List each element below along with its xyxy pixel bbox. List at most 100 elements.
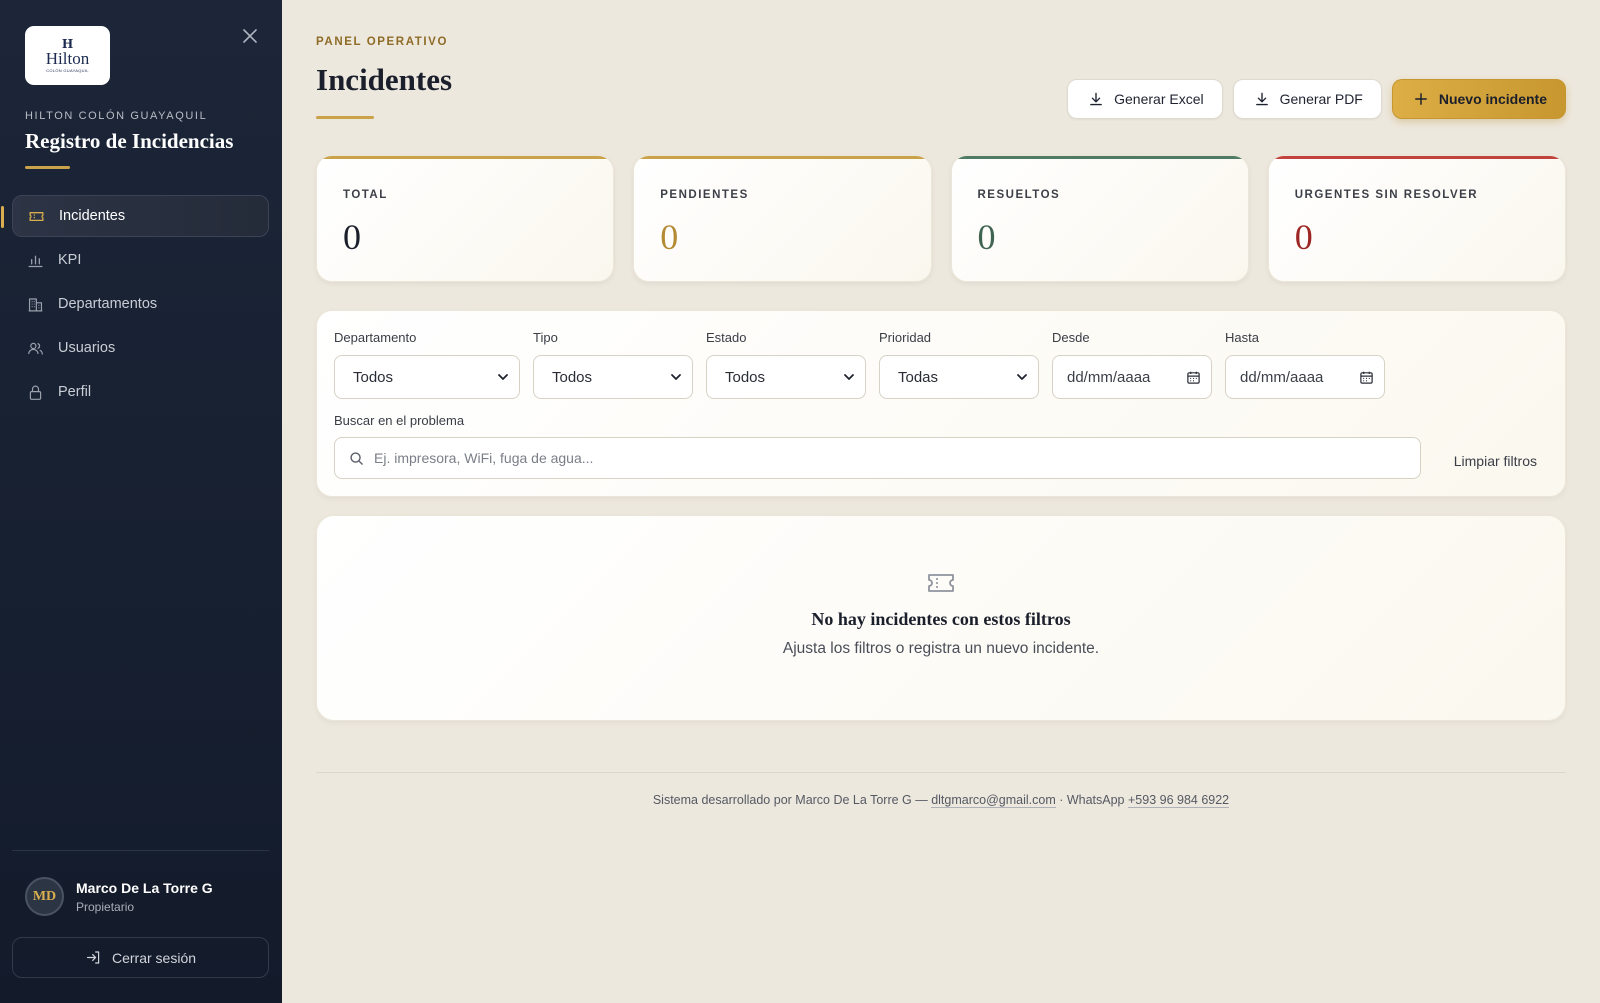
date-placeholder: dd/mm/aaaa bbox=[1067, 368, 1151, 386]
sidebar-item-label: Usuarios bbox=[58, 340, 116, 356]
main-content: PANEL OPERATIVO Incidentes Generar Excel… bbox=[282, 0, 1600, 1003]
generate-pdf-button[interactable]: Generar PDF bbox=[1232, 79, 1382, 119]
download-icon bbox=[1088, 91, 1104, 107]
search-field bbox=[334, 437, 1421, 479]
clear-filters-button[interactable]: Limpiar filtros bbox=[1454, 453, 1537, 469]
prioridad-label: Prioridad bbox=[879, 330, 932, 345]
stat-card-total: TOTAL 0 bbox=[316, 155, 615, 282]
generate-pdf-label: Generar PDF bbox=[1279, 91, 1363, 107]
ticket-icon bbox=[926, 571, 956, 595]
logout-label: Cerrar sesión bbox=[111, 949, 197, 966]
logout-button[interactable]: Cerrar sesión bbox=[12, 937, 269, 978]
search-icon bbox=[349, 451, 364, 466]
departamento-select[interactable]: Todos bbox=[334, 355, 520, 399]
logo-word: Hilton bbox=[45, 49, 90, 68]
sidebar-item-label: KPI bbox=[58, 252, 82, 268]
desde-date-input[interactable]: dd/mm/aaaa bbox=[1052, 355, 1212, 399]
footer: Sistema desarrollado por Marco De La Tor… bbox=[316, 793, 1566, 808]
filters-panel: Departamento Todos Tipo Todos Estado Tod… bbox=[316, 310, 1566, 497]
footer-middle: · WhatsApp bbox=[1055, 793, 1128, 807]
stat-card-pendientes: PENDIENTES 0 bbox=[633, 155, 932, 282]
stat-value: 0 bbox=[1294, 217, 1313, 257]
stat-value: 0 bbox=[977, 217, 996, 257]
hotel-name: HILTON COLÓN GUAYAQUIL bbox=[25, 110, 208, 122]
stat-label: TOTAL bbox=[343, 189, 388, 201]
footer-email-link[interactable]: dltgmarco@gmail.com bbox=[931, 793, 1056, 808]
sidebar: H Hilton COLÓN GUAYAQUIL HILTON COLÓN GU… bbox=[0, 0, 282, 1003]
plus-icon bbox=[1413, 91, 1429, 107]
stat-value: 0 bbox=[660, 217, 679, 257]
departamento-label: Departamento bbox=[334, 330, 417, 345]
prioridad-select[interactable]: Todas bbox=[879, 355, 1039, 399]
search-label: Buscar en el problema bbox=[334, 413, 465, 428]
new-incident-label: Nuevo incidente bbox=[1438, 91, 1547, 107]
sidebar-item-kpi[interactable]: KPI bbox=[12, 239, 269, 281]
select-value: Todos bbox=[725, 368, 766, 386]
sidebar-nav: Incidentes KPI Departamentos Usuarios Pe… bbox=[1, 195, 269, 415]
sidebar-item-usuarios[interactable]: Usuarios bbox=[12, 327, 269, 369]
chevron-down-icon bbox=[1017, 374, 1027, 380]
tipo-label: Tipo bbox=[533, 330, 558, 345]
estado-select[interactable]: Todos bbox=[706, 355, 866, 399]
stats-row: TOTAL 0 PENDIENTES 0 RESUELTOS 0 URGENTE… bbox=[316, 155, 1566, 282]
sidebar-item-label: Departamentos bbox=[58, 296, 158, 312]
user-card: MD Marco De La Torre G Propietario bbox=[25, 877, 213, 916]
sidebar-item-incidentes[interactable]: Incidentes bbox=[1, 195, 269, 237]
stat-label: RESUELTOS bbox=[977, 189, 1061, 201]
hasta-label: Hasta bbox=[1225, 330, 1259, 345]
new-incident-button[interactable]: Nuevo incidente bbox=[1391, 79, 1566, 119]
header-actions: Generar Excel Generar PDF Nuevo incident… bbox=[1067, 79, 1566, 119]
chevron-down-icon bbox=[844, 374, 854, 380]
empty-title: No hay incidentes con estos filtros bbox=[811, 609, 1071, 629]
empty-state: No hay incidentes con estos filtros Ajus… bbox=[316, 515, 1566, 721]
sidebar-item-perfil[interactable]: Perfil bbox=[12, 371, 269, 413]
chevron-down-icon bbox=[498, 374, 508, 380]
download-icon bbox=[1254, 91, 1270, 107]
page-title: Incidentes bbox=[316, 62, 453, 97]
close-icon bbox=[243, 29, 257, 43]
generate-excel-button[interactable]: Generar Excel bbox=[1067, 79, 1223, 119]
stat-label: PENDIENTES bbox=[660, 189, 749, 201]
hotel-logo: H Hilton COLÓN GUAYAQUIL bbox=[25, 26, 110, 85]
close-sidebar-button[interactable] bbox=[238, 24, 262, 48]
title-underline bbox=[316, 116, 374, 119]
ticket-icon bbox=[28, 208, 45, 225]
estado-label: Estado bbox=[706, 330, 747, 345]
user-name: Marco De La Torre G bbox=[76, 879, 213, 896]
stat-card-urgentes: URGENTES SIN RESOLVER 0 bbox=[1267, 155, 1566, 282]
search-input[interactable] bbox=[374, 450, 1374, 466]
sidebar-item-label: Perfil bbox=[58, 384, 92, 400]
bar-chart-icon bbox=[27, 252, 44, 269]
calendar-icon bbox=[1187, 371, 1200, 384]
footer-phone-link[interactable]: +593 96 984 6922 bbox=[1127, 793, 1230, 808]
footer-divider bbox=[316, 772, 1566, 773]
select-value: Todas bbox=[898, 368, 939, 386]
select-value: Todos bbox=[552, 368, 593, 386]
generate-excel-label: Generar Excel bbox=[1114, 91, 1204, 107]
tipo-select[interactable]: Todos bbox=[533, 355, 693, 399]
chevron-down-icon bbox=[671, 374, 681, 380]
stat-card-resueltos: RESUELTOS 0 bbox=[950, 155, 1249, 282]
desde-label: Desde bbox=[1052, 330, 1090, 345]
lock-icon bbox=[27, 384, 44, 401]
brand-divider bbox=[25, 166, 70, 169]
hasta-date-input[interactable]: dd/mm/aaaa bbox=[1225, 355, 1385, 399]
avatar: MD bbox=[25, 877, 64, 916]
user-role: Propietario bbox=[76, 899, 135, 914]
calendar-icon bbox=[1360, 371, 1373, 384]
select-value: Todos bbox=[353, 368, 394, 386]
logout-icon bbox=[85, 949, 102, 966]
sidebar-item-departamentos[interactable]: Departamentos bbox=[12, 283, 269, 325]
app-title: Registro de Incidencias bbox=[25, 129, 234, 153]
sidebar-divider bbox=[12, 850, 269, 851]
page-eyebrow: PANEL OPERATIVO bbox=[316, 36, 448, 48]
stat-value: 0 bbox=[343, 217, 361, 257]
date-placeholder: dd/mm/aaaa bbox=[1240, 368, 1324, 386]
stat-label: URGENTES SIN RESOLVER bbox=[1294, 189, 1479, 201]
sidebar-item-label: Incidentes bbox=[59, 208, 126, 224]
empty-text: Ajusta los filtros o registra un nuevo i… bbox=[782, 640, 1100, 657]
building-icon bbox=[27, 296, 44, 313]
logo-sub: COLÓN GUAYAQUIL bbox=[46, 68, 89, 73]
footer-prefix: Sistema desarrollado por Marco De La Tor… bbox=[652, 793, 932, 807]
users-icon bbox=[27, 340, 44, 357]
